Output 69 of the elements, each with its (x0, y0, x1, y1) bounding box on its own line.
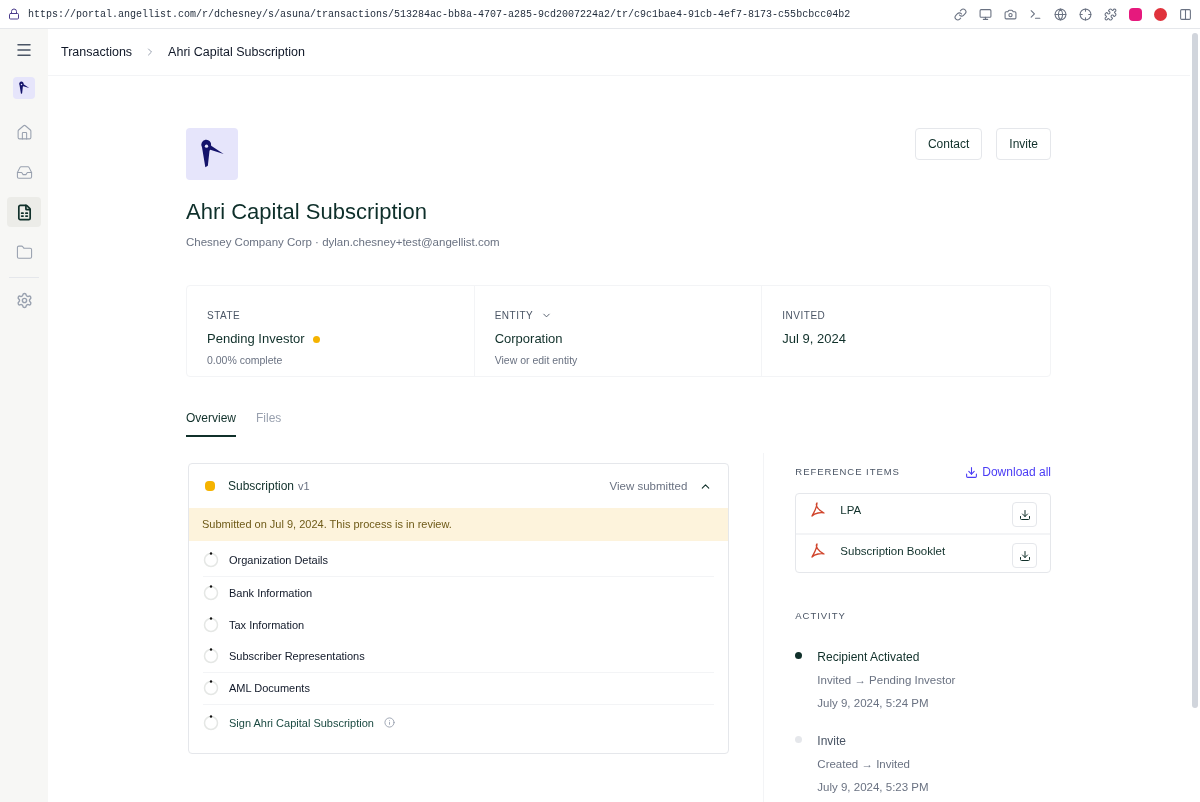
pdf-icon (810, 543, 827, 560)
download-all-link[interactable]: Download all (965, 463, 1051, 482)
pdf-icon (810, 502, 827, 519)
file-name: LPA (840, 503, 862, 519)
summary-value: Pending Investor (207, 330, 305, 349)
app-logo[interactable] (13, 77, 35, 99)
download-icon (965, 465, 979, 479)
step-label: Subscriber Representations (229, 649, 365, 664)
inbox-icon (15, 163, 33, 181)
download-icon (1018, 549, 1031, 562)
step-label: AML Documents (229, 681, 310, 696)
camera-icon[interactable] (1004, 7, 1017, 21)
activity-title: Invite (817, 733, 847, 750)
page-subtitle: Chesney Company Corp · dylan.chesney+test@angellist.com (186, 235, 501, 250)
view-submitted-button[interactable]: View submitted (609, 477, 688, 495)
breadcrumb-link[interactable]: Transactions (61, 42, 133, 62)
tab[interactable]: Overview (186, 409, 236, 438)
review-notice: Submitted on Jul 9, 2024. This process is in review. (189, 508, 729, 541)
download-icon (1018, 508, 1031, 521)
section-heading: REFERENCE ITEMS (795, 465, 900, 480)
sidebar-toggle-icon[interactable] (1179, 7, 1192, 21)
globe-icon[interactable] (1054, 7, 1067, 21)
summary-label: STATE (207, 309, 241, 324)
version-label: v1 (298, 479, 310, 494)
menu-icon[interactable] (15, 41, 33, 59)
step-label: Bank Information (229, 585, 313, 601)
summary-value: Corporation (494, 330, 563, 349)
crosshair-icon[interactable] (1079, 7, 1092, 21)
step-label: Tax Information (229, 617, 305, 633)
reference-item[interactable]: Subscription Booklet (796, 533, 1050, 573)
summary-label: ENTITY (494, 309, 534, 324)
page-title: Ahri Capital Subscription (186, 198, 428, 226)
folder-icon (15, 243, 33, 261)
lock-icon (8, 8, 20, 20)
summary-note: View or edit entity (494, 352, 579, 368)
activity-title: Recipient Activated (817, 648, 921, 666)
download-button[interactable] (1012, 543, 1037, 569)
reference-item[interactable]: LPA (796, 494, 1050, 534)
screen-icon[interactable] (979, 7, 992, 21)
puzzle-icon[interactable] (1104, 7, 1117, 21)
header-button[interactable]: Contact (914, 128, 983, 160)
link-icon[interactable] (954, 7, 967, 21)
summary-label: INVITED (782, 309, 826, 324)
card-title: Subscription (228, 478, 295, 496)
ledger-icon (15, 203, 33, 221)
pending-step-icon (203, 714, 219, 731)
settings-icon[interactable] (15, 292, 33, 309)
activity-time: July 9, 2024, 5:24 PM (817, 695, 930, 711)
pending-step-icon (203, 616, 219, 633)
pending-step-icon (203, 552, 219, 569)
pending-step-icon (203, 584, 219, 601)
url-text[interactable]: https://portal.angellist.com/r/dchesney/s/asuna/transactions/513284ac-bb8a-4707-a285-9cd2007224a2/tr/c9c1bae4-91cb-4ef7-8173-c55bcbcc04b2 (28, 6, 851, 22)
breadcrumb-link[interactable]: Ahri Capital Subscription (168, 42, 305, 62)
summary-note: 0.00% complete (207, 352, 284, 368)
activity-change: Created → Invited (817, 757, 911, 772)
home-icon (15, 123, 33, 141)
section-heading: ACTIVITY (795, 609, 847, 624)
step-link[interactable]: Sign Ahri Capital Subscription (229, 714, 374, 731)
pending-step-icon (203, 680, 219, 697)
summary-value: Jul 9, 2024 (782, 330, 846, 349)
sidebar-item[interactable] (7, 197, 41, 227)
step-label: Organization Details (229, 553, 329, 568)
download-button[interactable] (1012, 502, 1037, 528)
activity-change: Invited → Pending Investor (817, 672, 956, 688)
activity-time: July 9, 2024, 5:23 PM (817, 780, 929, 796)
header-button[interactable]: Invite (996, 128, 1051, 160)
file-name: Subscription Booklet (840, 544, 946, 560)
terminal-icon[interactable] (1029, 7, 1042, 21)
pending-step-icon (203, 648, 219, 665)
